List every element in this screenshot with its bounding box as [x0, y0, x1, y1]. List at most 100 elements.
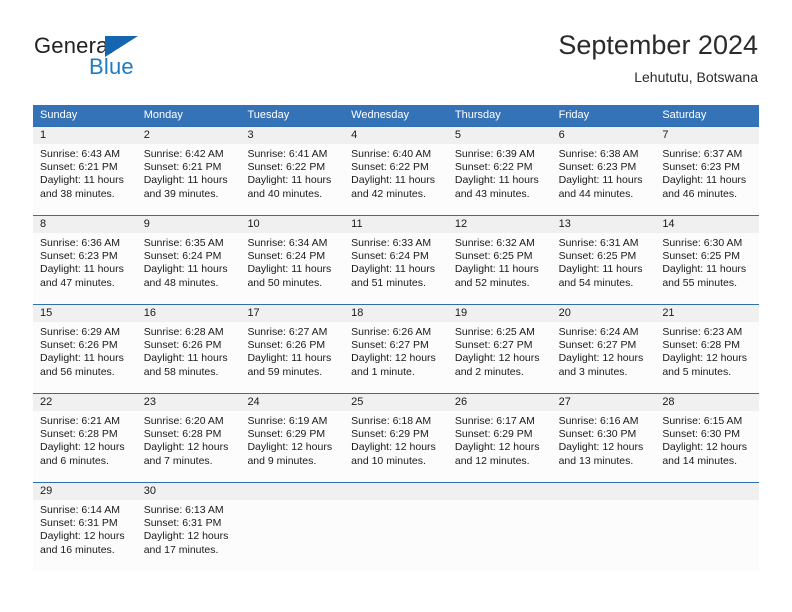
day-cell[interactable]: Sunrise: 6:37 AM Sunset: 6:23 PM Dayligh…: [655, 144, 759, 215]
week-row: 22 23 24 25 26 27 28 Sunrise: 6:21 AM Su…: [33, 393, 759, 482]
sunrise-text: Sunrise: 6:40 AM: [351, 148, 432, 160]
day-cell[interactable]: Sunrise: 6:39 AM Sunset: 6:22 PM Dayligh…: [448, 144, 552, 215]
sunset-text: Sunset: 6:26 PM: [247, 339, 326, 352]
day-cell[interactable]: Sunrise: 6:14 AM Sunset: 6:31 PM Dayligh…: [33, 500, 137, 571]
day-cell[interactable]: Sunrise: 6:36 AM Sunset: 6:23 PM Dayligh…: [33, 233, 137, 304]
sunrise-text: Sunrise: 6:21 AM: [40, 415, 120, 427]
day-cell[interactable]: Sunrise: 6:34 AM Sunset: 6:24 PM Dayligh…: [240, 233, 344, 304]
day-number[interactable]: 12: [448, 216, 552, 233]
day-number[interactable]: 19: [448, 305, 552, 322]
day-number[interactable]: 9: [137, 216, 241, 233]
sunrise-text: Sunrise: 6:42 AM: [143, 148, 224, 160]
day-cell[interactable]: Sunrise: 6:29 AM Sunset: 6:26 PM Dayligh…: [33, 322, 137, 393]
day-number[interactable]: 22: [33, 394, 137, 411]
sunset-text: Sunset: 6:25 PM: [454, 250, 533, 263]
day-number[interactable]: 21: [655, 305, 759, 322]
sunset-text: Sunset: 6:31 PM: [40, 517, 118, 530]
day-cell-empty: [344, 500, 448, 571]
day-number[interactable]: 14: [655, 216, 759, 233]
daylight-text-line1: Daylight: 12 hours: [143, 530, 229, 543]
day-number[interactable]: 10: [240, 216, 344, 233]
sunset-text: Sunset: 6:24 PM: [247, 250, 326, 263]
day-cell[interactable]: Sunrise: 6:31 AM Sunset: 6:25 PM Dayligh…: [552, 233, 656, 304]
title-block: September 2024 Lehututu, Botswana: [558, 29, 758, 87]
day-number[interactable]: 5: [448, 127, 552, 144]
day-number[interactable]: 20: [552, 305, 656, 322]
day-number[interactable]: 25: [344, 394, 448, 411]
day-number[interactable]: 27: [552, 394, 656, 411]
page-header: General Blue September 2024 Lehututu, Bo…: [0, 0, 792, 100]
day-cell[interactable]: Sunrise: 6:41 AM Sunset: 6:22 PM Dayligh…: [240, 144, 344, 215]
day-cell[interactable]: Sunrise: 6:42 AM Sunset: 6:21 PM Dayligh…: [137, 144, 241, 215]
day-number[interactable]: 11: [344, 216, 448, 233]
day-number-empty: [240, 483, 344, 500]
day-cell[interactable]: Sunrise: 6:24 AM Sunset: 6:27 PM Dayligh…: [552, 322, 656, 393]
day-number[interactable]: 17: [240, 305, 344, 322]
day-cell[interactable]: Sunrise: 6:26 AM Sunset: 6:27 PM Dayligh…: [344, 322, 448, 393]
sunset-text: Sunset: 6:22 PM: [454, 161, 533, 174]
sunrise-text: Sunrise: 6:37 AM: [662, 148, 743, 160]
day-number[interactable]: 16: [137, 305, 241, 322]
sunrise-text: Sunrise: 6:36 AM: [40, 237, 120, 249]
day-cell[interactable]: Sunrise: 6:17 AM Sunset: 6:29 PM Dayligh…: [448, 411, 552, 482]
sunset-text: Sunset: 6:27 PM: [351, 339, 429, 352]
daylight-text-line1: Daylight: 11 hours: [40, 174, 124, 187]
day-number[interactable]: 4: [344, 127, 448, 144]
day-number[interactable]: 28: [655, 394, 759, 411]
sunset-text: Sunset: 6:30 PM: [662, 428, 740, 441]
day-number[interactable]: 6: [552, 127, 656, 144]
day-number[interactable]: 26: [448, 394, 552, 411]
day-cell[interactable]: Sunrise: 6:25 AM Sunset: 6:27 PM Dayligh…: [448, 322, 552, 393]
day-number[interactable]: 30: [137, 483, 241, 500]
sunset-text: Sunset: 6:28 PM: [40, 428, 118, 441]
day-cell[interactable]: Sunrise: 6:13 AM Sunset: 6:31 PM Dayligh…: [137, 500, 241, 571]
day-cell[interactable]: Sunrise: 6:18 AM Sunset: 6:29 PM Dayligh…: [344, 411, 448, 482]
sunset-text: Sunset: 6:28 PM: [662, 339, 740, 352]
day-cell[interactable]: Sunrise: 6:21 AM Sunset: 6:28 PM Dayligh…: [33, 411, 137, 482]
day-cell[interactable]: Sunrise: 6:40 AM Sunset: 6:22 PM Dayligh…: [344, 144, 448, 215]
daylight-text-line1: Daylight: 11 hours: [40, 352, 124, 365]
day-cell[interactable]: Sunrise: 6:35 AM Sunset: 6:24 PM Dayligh…: [137, 233, 241, 304]
day-number[interactable]: 23: [137, 394, 241, 411]
day-cell[interactable]: Sunrise: 6:33 AM Sunset: 6:24 PM Dayligh…: [344, 233, 448, 304]
day-number[interactable]: 24: [240, 394, 344, 411]
day-cell[interactable]: Sunrise: 6:16 AM Sunset: 6:30 PM Dayligh…: [552, 411, 656, 482]
logo-text-blue: Blue: [89, 54, 134, 79]
day-cell[interactable]: Sunrise: 6:19 AM Sunset: 6:29 PM Dayligh…: [240, 411, 344, 482]
day-number[interactable]: 29: [33, 483, 137, 500]
day-cell[interactable]: Sunrise: 6:28 AM Sunset: 6:26 PM Dayligh…: [137, 322, 241, 393]
daylight-text-line2: and 59 minutes.: [247, 365, 323, 378]
day-number[interactable]: 15: [33, 305, 137, 322]
daylight-text-line2: and 43 minutes.: [454, 187, 530, 200]
day-cell[interactable]: Sunrise: 6:43 AM Sunset: 6:21 PM Dayligh…: [33, 144, 137, 215]
day-number[interactable]: 3: [240, 127, 344, 144]
day-cell[interactable]: Sunrise: 6:38 AM Sunset: 6:23 PM Dayligh…: [552, 144, 656, 215]
week-body: Sunrise: 6:29 AM Sunset: 6:26 PM Dayligh…: [33, 322, 759, 393]
sunrise-text: Sunrise: 6:16 AM: [558, 415, 639, 427]
weekday-header-monday: Monday: [143, 109, 183, 121]
day-cell[interactable]: Sunrise: 6:27 AM Sunset: 6:26 PM Dayligh…: [240, 322, 344, 393]
daylight-text-line2: and 47 minutes.: [40, 276, 115, 289]
day-number[interactable]: 8: [33, 216, 137, 233]
sunset-text: Sunset: 6:29 PM: [454, 428, 533, 441]
sunset-text: Sunset: 6:21 PM: [143, 161, 222, 174]
day-number[interactable]: 2: [137, 127, 241, 144]
day-number[interactable]: 13: [552, 216, 656, 233]
day-cell[interactable]: Sunrise: 6:32 AM Sunset: 6:25 PM Dayligh…: [448, 233, 552, 304]
day-number[interactable]: 1: [33, 127, 137, 144]
day-cell[interactable]: Sunrise: 6:20 AM Sunset: 6:28 PM Dayligh…: [137, 411, 241, 482]
day-cell[interactable]: Sunrise: 6:23 AM Sunset: 6:28 PM Dayligh…: [655, 322, 759, 393]
daylight-text-line2: and 54 minutes.: [558, 276, 634, 289]
day-cell[interactable]: Sunrise: 6:30 AM Sunset: 6:25 PM Dayligh…: [655, 233, 759, 304]
day-number[interactable]: 7: [655, 127, 759, 144]
day-number[interactable]: 18: [344, 305, 448, 322]
daylight-text-line1: Daylight: 11 hours: [143, 263, 228, 276]
general-blue-logo[interactable]: General Blue: [34, 33, 154, 79]
day-cell[interactable]: Sunrise: 6:15 AM Sunset: 6:30 PM Dayligh…: [655, 411, 759, 482]
week-row: 1 2 3 4 5 6 7 Sunrise: 6:43 AM Sunset: 6…: [33, 126, 759, 215]
weekday-header-thursday: Thursday: [454, 109, 501, 121]
daylight-text-line2: and 39 minutes.: [143, 187, 219, 200]
week-body: Sunrise: 6:36 AM Sunset: 6:23 PM Dayligh…: [33, 233, 759, 304]
sunrise-text: Sunrise: 6:31 AM: [558, 237, 639, 249]
sunset-text: Sunset: 6:30 PM: [558, 428, 637, 441]
